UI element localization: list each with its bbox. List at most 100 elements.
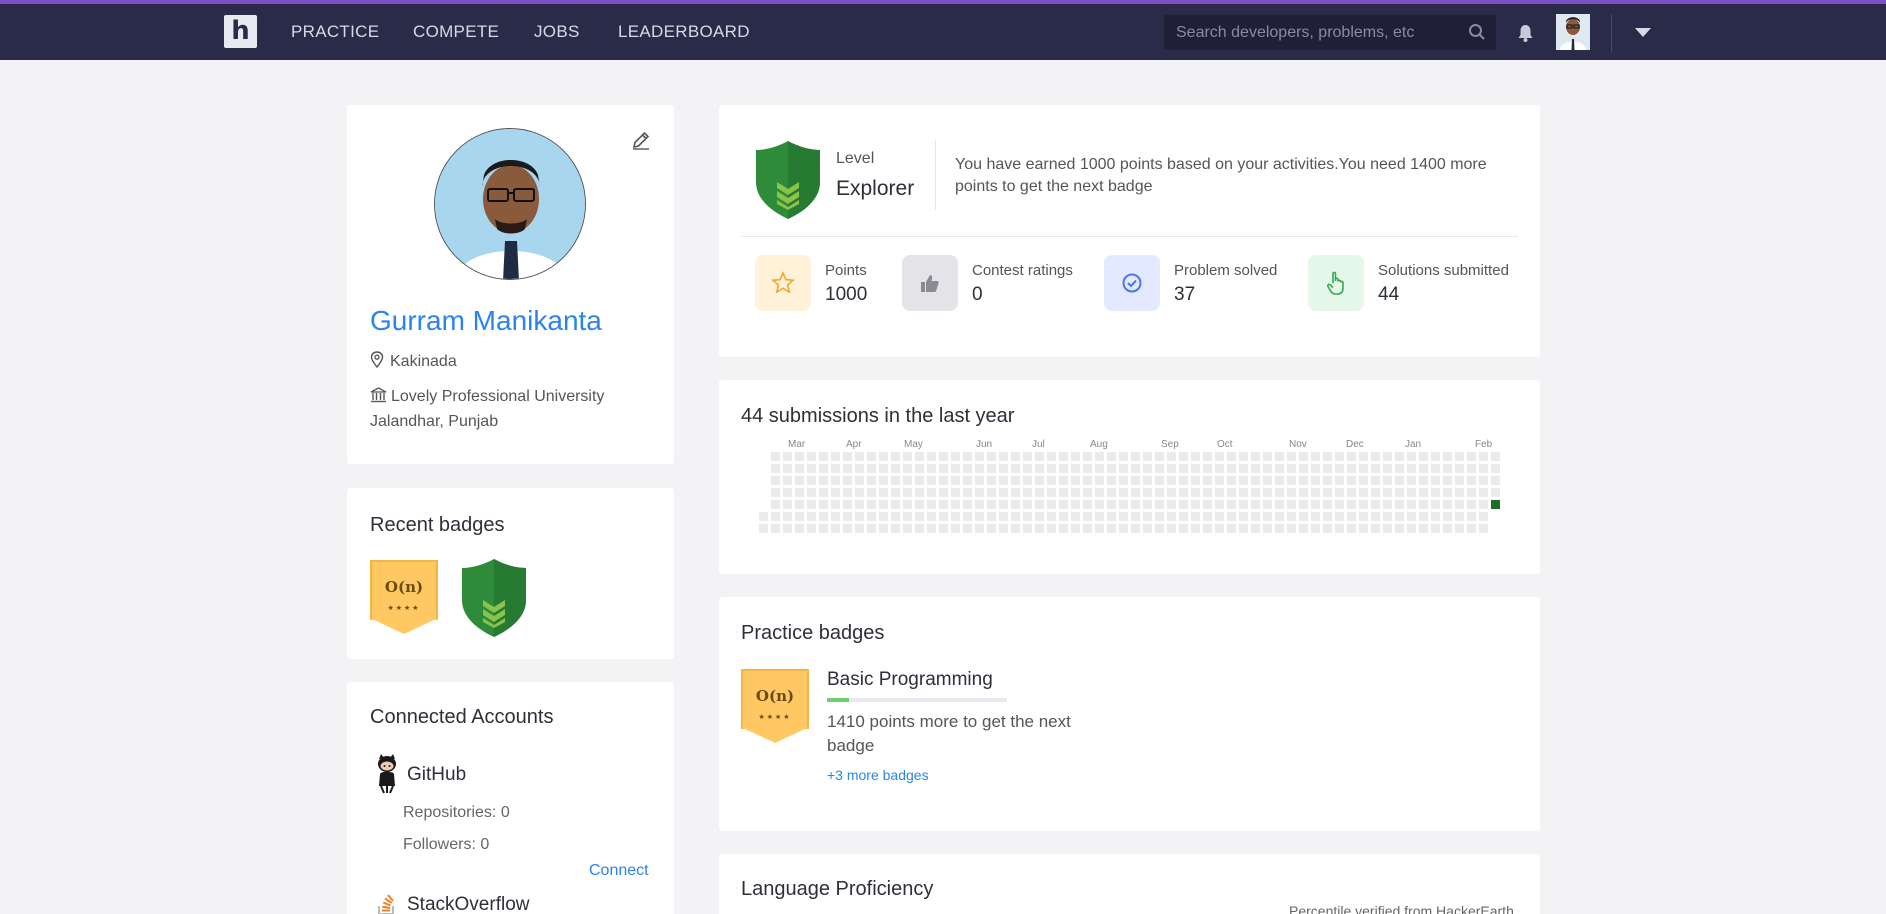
heatmap-cell [1215,524,1224,533]
nav-practice[interactable]: PRACTICE [291,22,379,42]
heatmap-cell [819,464,828,473]
heatmap-cell [759,512,768,521]
heatmap-cell [1467,476,1476,485]
problems-solved-value: 37 [1174,284,1196,305]
heatmap-cell [1371,452,1380,461]
github-octocat-icon [375,754,399,799]
heatmap-cell [1407,512,1416,521]
explorer-shield-icon[interactable] [459,558,529,643]
nav-compete[interactable]: COMPETE [413,22,499,42]
more-badges-link[interactable]: +3 more badges [827,767,929,783]
heatmap-cell [927,512,936,521]
heatmap-cell [1239,500,1248,509]
heatmap-cell [1059,452,1068,461]
heatmap-cell [1371,524,1380,533]
heatmap-cell [1083,512,1092,521]
heatmap-cell [795,488,804,497]
heatmap-cell [987,524,996,533]
complexity-badge[interactable]: O(n) ★★★★ [370,560,438,636]
heatmap-cell [1215,488,1224,497]
heatmap-cell [1011,476,1020,485]
heatmap-cell [1467,488,1476,497]
notification-bell-icon[interactable] [1517,24,1534,47]
heatmap-cell [1011,512,1020,521]
heatmap-cell [1155,500,1164,509]
heatmap-cell [915,512,924,521]
heatmap-cell [879,476,888,485]
heatmap-cell [927,464,936,473]
heatmap-cell [1227,476,1236,485]
heatmap-cell [1395,500,1404,509]
heatmap-cell [1107,452,1116,461]
heatmap-cell [1155,464,1164,473]
heatmap-cell [1275,524,1284,533]
practice-badge-progress [827,698,1007,702]
month-label: Nov [1289,439,1307,450]
heatmap-cell [855,452,864,461]
heatmap-cell [987,476,996,485]
heatmap-cell [1047,524,1056,533]
search-icon[interactable] [1468,23,1486,46]
hackerearth-logo[interactable]: h [224,15,257,48]
heatmap-cell [1479,488,1488,497]
heatmap-cell [783,476,792,485]
search-input[interactable] [1164,15,1454,50]
profile-location: Kakinada [370,351,457,373]
heatmap-cell [855,488,864,497]
heatmap-cell [1215,512,1224,521]
heatmap-cell [1251,452,1260,461]
nav-jobs[interactable]: JOBS [534,22,580,42]
heatmap-cell [891,524,900,533]
heatmap-cell [1095,464,1104,473]
heatmap-cell [903,452,912,461]
heatmap-cell [1467,500,1476,509]
heatmap-cell [1143,452,1152,461]
heatmap-cell [951,524,960,533]
basic-programming-badge[interactable]: O(n) ★★★★ [741,669,809,745]
heatmap-cell [1443,524,1452,533]
heatmap-cell [951,500,960,509]
user-avatar[interactable] [1556,14,1590,50]
github-followers: Followers: 0 [403,836,490,853]
heatmap-cell [1323,476,1332,485]
heatmap-cell [1335,476,1344,485]
heatmap-cell [1371,464,1380,473]
heatmap-cell [819,476,828,485]
heatmap-cell [831,476,840,485]
level-card: Level Explorer You have earned 1000 poin… [719,105,1540,357]
heatmap-cell [891,476,900,485]
nav-leaderboard[interactable]: LEADERBOARD [618,22,750,42]
heatmap-cell [1059,524,1068,533]
heatmap-cell [771,464,780,473]
edit-profile-icon[interactable] [631,130,651,155]
heatmap-cell [1119,500,1128,509]
points-stat-icon [755,255,811,311]
heatmap-cell [1323,524,1332,533]
heatmap-cell [963,524,972,533]
heatmap-cell [1227,488,1236,497]
heatmap-cell [1419,524,1428,533]
heatmap-cell [975,464,984,473]
heatmap-cell [1035,488,1044,497]
heatmap-cell [1311,488,1320,497]
heatmap-cell [1479,464,1488,473]
heatmap-cell [939,476,948,485]
account-dropdown-caret-icon[interactable] [1635,28,1651,37]
month-label: Aug [1090,439,1108,450]
heatmap-cell [819,488,828,497]
heatmap-cell [1191,452,1200,461]
heatmap-cell [1083,464,1092,473]
heatmap-cell [879,500,888,509]
heatmap-cell [1419,476,1428,485]
github-connect-link[interactable]: Connect [589,862,649,880]
heatmap-cell [1359,452,1368,461]
heatmap-cell [1071,512,1080,521]
heatmap-cell [783,512,792,521]
heatmap-cell [1383,500,1392,509]
heatmap-cell [1047,488,1056,497]
solutions-submitted-label: Solutions submitted [1378,262,1509,279]
heatmap-cell [1419,452,1428,461]
heatmap-cell [1059,464,1068,473]
heatmap-cell [1275,500,1284,509]
heatmap-cell [1299,476,1308,485]
